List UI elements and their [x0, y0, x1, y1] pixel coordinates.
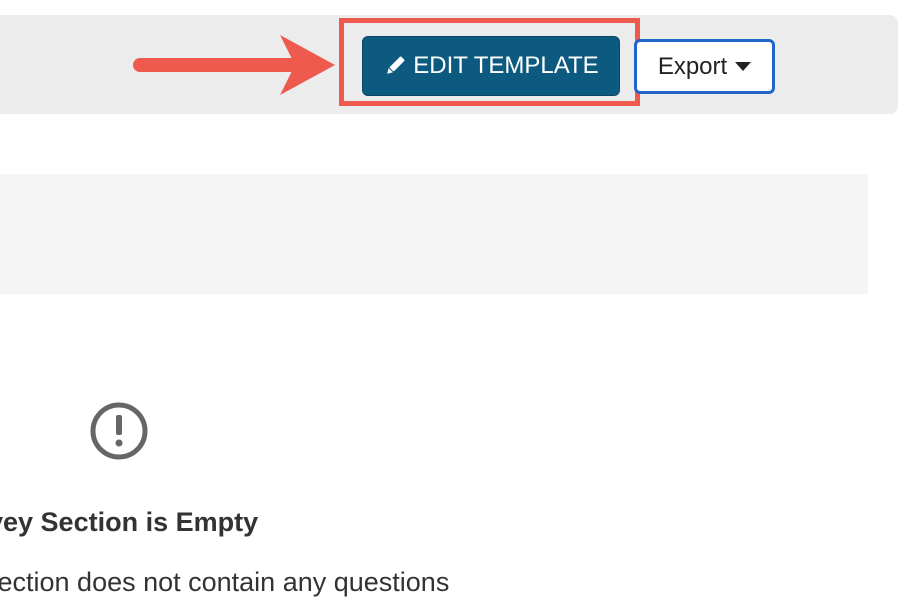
- section-panel: [0, 174, 868, 294]
- export-label: Export: [657, 52, 728, 80]
- pencil-icon: [383, 54, 407, 78]
- exclamation-circle-icon: [90, 402, 148, 460]
- edit-template-label: EDIT TEMPLATE: [413, 52, 599, 79]
- annotation-arrow: [133, 35, 335, 95]
- empty-state-title: vey Section is Empty: [0, 507, 259, 537]
- edit-template-button[interactable]: EDIT TEMPLATE: [362, 36, 620, 96]
- export-dropdown-button[interactable]: Export: [634, 39, 775, 94]
- empty-state-description: section does not contain any questions: [0, 567, 450, 597]
- caret-down-icon: [735, 62, 752, 71]
